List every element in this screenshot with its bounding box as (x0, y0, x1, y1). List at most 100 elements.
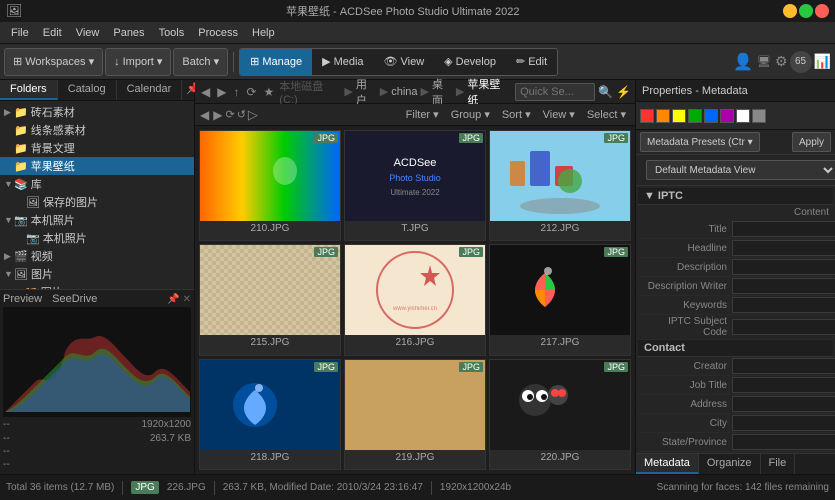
mode-edit-btn[interactable]: ✏ Edit (506, 49, 557, 75)
menu-process[interactable]: Process (191, 25, 245, 41)
addr-crumb-user[interactable]: 用户 (356, 76, 377, 108)
color-swatch-red[interactable] (640, 109, 654, 123)
mode-view-btn[interactable]: 👁 View (374, 49, 435, 75)
tree-item-pictures[interactable]: ▼ 🖼 图片 (0, 265, 194, 283)
nav-up-btn[interactable]: ↑ (231, 85, 241, 99)
grid-nav-prev[interactable]: ◀ (199, 108, 210, 122)
color-swatch-white[interactable] (736, 109, 750, 123)
win-close-btn[interactable] (815, 4, 829, 18)
sort-btn[interactable]: Sort ▾ (497, 107, 536, 122)
search-icon[interactable]: 🔍 (598, 85, 613, 99)
win-max-btn[interactable] (799, 4, 813, 18)
meta-city-input[interactable] (732, 415, 835, 431)
grid-nav-next[interactable]: ▶ (212, 108, 223, 122)
slideshow-icon[interactable]: ▷ (248, 107, 258, 123)
color-swatch-gray[interactable] (752, 109, 766, 123)
list-item[interactable]: JPG 218.JPG (199, 359, 341, 470)
nav-back-btn[interactable]: ◀ (199, 85, 212, 99)
tree-item-library[interactable]: ▼ 📚 库 (0, 175, 194, 193)
menu-panes[interactable]: Panes (106, 25, 151, 41)
batch-btn[interactable]: Batch ▾ (173, 48, 228, 76)
tree-item-stoneMaterial[interactable]: ▶ 📁 砖石素材 (0, 103, 194, 121)
meta-iptccode-input[interactable] (732, 319, 835, 335)
meta-jobtitle-input[interactable] (732, 377, 835, 393)
chart-icon[interactable]: 📊 (814, 53, 831, 70)
center-panel: ◀ ▶ ↑ ⟳ ★ 本地磁盘 (C:) ▶ 用户 ▶ china ▶ 桌面 ▶ … (195, 80, 635, 474)
tree-item-appleWallpaper[interactable]: ▶ 📁 苹果壁纸 (0, 157, 194, 175)
import-btn[interactable]: ↓ Import ▾ (105, 48, 171, 76)
color-swatch-blue[interactable] (704, 109, 718, 123)
apply-btn[interactable]: Apply (792, 132, 831, 152)
tree-item-savedPics[interactable]: ▶ 🖼 保存的图片 (0, 193, 194, 211)
metadata-preset-row: Metadata Presets (Ctr ▾ Apply (636, 130, 835, 155)
settings-icon[interactable]: ⚙ (775, 53, 788, 70)
metadata-presets-btn[interactable]: Metadata Presets (Ctr ▾ (640, 132, 760, 152)
list-item[interactable]: JPG (199, 130, 341, 241)
metadata-view-select[interactable]: Default Metadata View (646, 160, 835, 180)
tab-catalog[interactable]: Catalog (58, 80, 117, 100)
win-min-btn[interactable] (783, 4, 797, 18)
meta-descwriter-input[interactable] (732, 278, 835, 294)
tree-item-bgTexture[interactable]: ▶ 📁 背景文理 (0, 139, 194, 157)
meta-address-input[interactable] (732, 396, 835, 412)
tree-item-videos[interactable]: ▶ 🎬 视频 (0, 247, 194, 265)
addr-crumb-wallpaper[interactable]: 苹果壁纸 (467, 76, 509, 108)
preview-close-icon[interactable]: ✕ (183, 294, 191, 305)
sync-icon[interactable]: ↺ (237, 108, 246, 121)
menu-view[interactable]: View (69, 25, 107, 41)
stat-resolution: 1920x1200 (142, 419, 192, 430)
menu-help[interactable]: Help (245, 25, 282, 41)
menu-edit[interactable]: Edit (36, 25, 69, 41)
view-btn[interactable]: View ▾ (538, 107, 580, 122)
list-item[interactable]: JPG 215.JPG (199, 244, 341, 355)
user-icon[interactable]: 👤 (733, 52, 753, 72)
list-item[interactable]: JPG 217.JPG (489, 244, 631, 355)
meta-title-input[interactable] (732, 221, 835, 237)
list-item[interactable]: JPG 220.JPG (489, 359, 631, 470)
menu-file[interactable]: File (4, 25, 36, 41)
workspaces-btn[interactable]: ⊞ Workspaces ▾ (4, 48, 103, 76)
group-btn[interactable]: Group ▾ (446, 107, 495, 122)
refresh-icon[interactable]: ⟳ (225, 108, 234, 121)
list-item[interactable]: JPG 212.JPG (489, 130, 631, 241)
meta-description-input[interactable] (732, 259, 835, 275)
preview-pin-icon[interactable]: 📌 (167, 294, 179, 305)
meta-state-input[interactable] (732, 434, 835, 450)
quick-search-input[interactable] (515, 83, 595, 101)
list-item[interactable]: JPG www.yishimei.cn 216.JPG (344, 244, 486, 355)
tree-item-localPhotos2[interactable]: ▶ 📷 本机照片 (0, 229, 194, 247)
mode-develop-btn[interactable]: ◈ Develop (434, 49, 506, 75)
tab-calendar[interactable]: Calendar (117, 80, 183, 100)
meta-keywords-input[interactable] (732, 297, 835, 313)
tab-organize[interactable]: Organize (699, 454, 761, 474)
tab-file[interactable]: File (761, 454, 796, 474)
color-swatch-orange[interactable] (656, 109, 670, 123)
color-swatch-green[interactable] (688, 109, 702, 123)
select-btn[interactable]: Select ▾ (582, 107, 631, 122)
meta-headline-input[interactable] (732, 240, 835, 256)
mode-group: ⊞ Manage ▶ Media 👁 View ◈ Develop ✏ Edit (239, 48, 558, 76)
color-swatch-purple[interactable] (720, 109, 734, 123)
list-item[interactable]: JPG 219.JPG (344, 359, 486, 470)
thumb-label: 210.JPG (251, 221, 290, 236)
mode-media-btn[interactable]: ▶ Media (312, 49, 373, 75)
color-swatch-yellow[interactable] (672, 109, 686, 123)
addr-crumb-china[interactable]: china (391, 86, 417, 98)
tab-metadata[interactable]: Metadata (636, 454, 699, 474)
filter-icon[interactable]: ⚡ (616, 85, 631, 99)
jpg-badge: JPG (314, 247, 338, 257)
tree-item-localPhotos[interactable]: ▼ 📷 本机照片 (0, 211, 194, 229)
meta-creator-input[interactable] (732, 358, 835, 374)
tab-folders[interactable]: Folders (0, 80, 58, 100)
nav-fwd-btn[interactable]: ▶ (215, 85, 228, 99)
filter-btn[interactable]: Filter ▾ (401, 107, 444, 122)
mode-manage-btn[interactable]: ⊞ Manage (240, 49, 312, 75)
nav-home-btn[interactable]: ★ (262, 85, 277, 99)
addr-crumb-desktop[interactable]: 桌面 (432, 76, 453, 108)
iptc-section-header[interactable]: ▼ IPTC (638, 188, 833, 205)
menu-tools[interactable]: Tools (152, 25, 192, 41)
tree-item-lineMaterial[interactable]: ▶ 📁 线条感素材 (0, 121, 194, 139)
contact-section-header[interactable]: Contact (638, 340, 833, 357)
nav-refresh-btn[interactable]: ⟳ (244, 85, 258, 99)
list-item[interactable]: JPG ACDSee Photo Studio Ultimate 2022 T.… (344, 130, 486, 241)
